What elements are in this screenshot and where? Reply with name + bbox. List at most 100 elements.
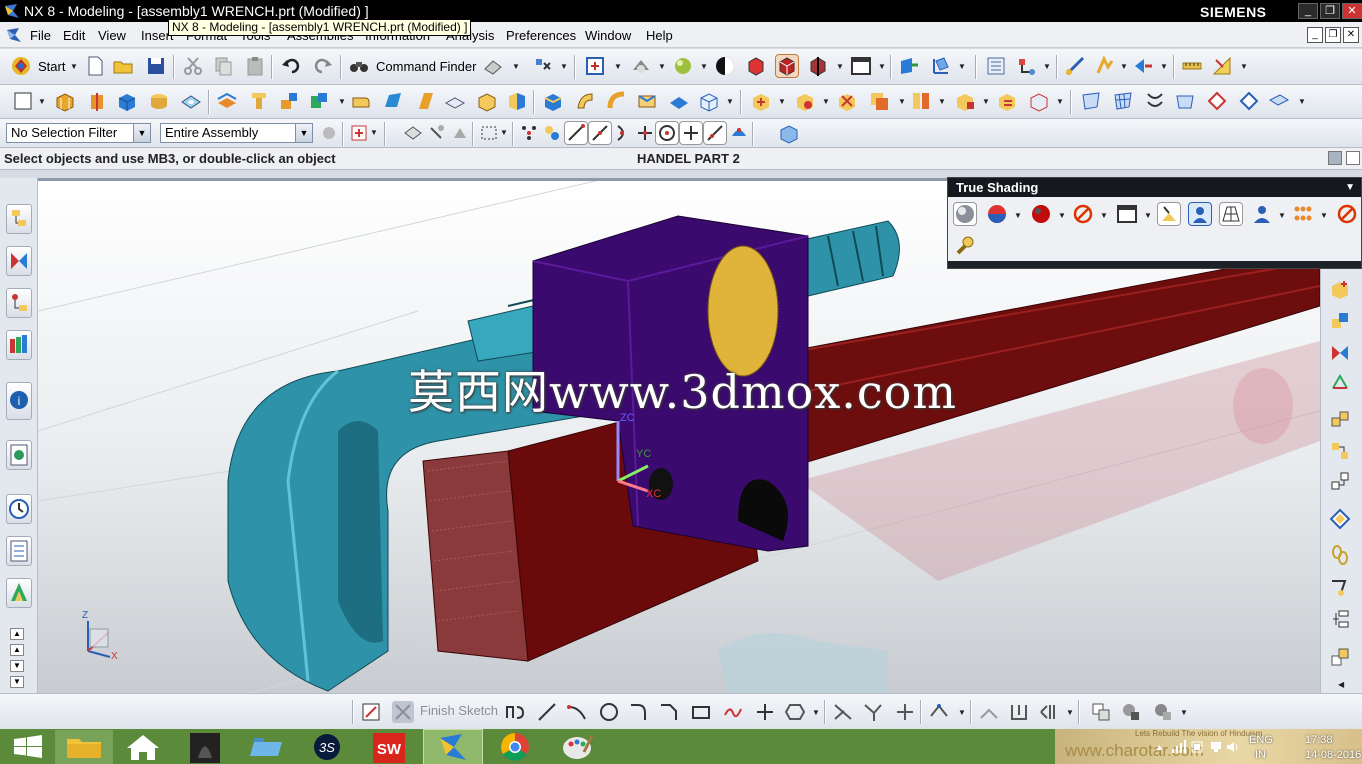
cylinder-icon[interactable] bbox=[148, 90, 170, 112]
edge-display-icon[interactable] bbox=[745, 55, 767, 77]
chain-link-icon[interactable] bbox=[1329, 544, 1351, 566]
profile-icon[interactable] bbox=[504, 701, 526, 723]
start-button[interactable]: Start bbox=[38, 59, 65, 74]
replace-component-icon[interactable] bbox=[1329, 310, 1351, 332]
minimize-button[interactable]: _ bbox=[1298, 3, 1318, 19]
snap-point-icon[interactable] bbox=[518, 122, 540, 144]
rectangle-select-icon[interactable] bbox=[478, 122, 500, 144]
start-dropdown-icon[interactable]: ▼ bbox=[70, 62, 78, 71]
assembly-tree-icon[interactable] bbox=[1329, 608, 1351, 630]
background-panel-icon[interactable] bbox=[1116, 203, 1138, 225]
n-sided-surface-icon[interactable] bbox=[1174, 90, 1196, 112]
subtract-icon[interactable] bbox=[278, 90, 300, 112]
show-hidden-icon[interactable] bbox=[402, 122, 424, 144]
command-finder-button[interactable]: Command Finder bbox=[376, 59, 476, 74]
face-icon[interactable] bbox=[668, 90, 690, 112]
mirror-assembly-icon[interactable] bbox=[910, 90, 932, 112]
network-icon[interactable] bbox=[1209, 740, 1223, 754]
edge-blend-icon[interactable] bbox=[350, 90, 372, 112]
styled-blend-icon[interactable] bbox=[1238, 90, 1260, 112]
status-expand-icon[interactable] bbox=[1346, 151, 1360, 165]
create-component-icon[interactable] bbox=[794, 90, 816, 112]
disable-icon[interactable] bbox=[1072, 203, 1094, 225]
shell-icon[interactable] bbox=[444, 90, 466, 112]
snap-enable-icon[interactable] bbox=[541, 122, 563, 144]
route-icon[interactable] bbox=[1329, 576, 1351, 598]
new-file-icon[interactable] bbox=[84, 55, 106, 77]
scene-icon[interactable] bbox=[1188, 202, 1212, 226]
reuse-library-tab-icon[interactable] bbox=[6, 330, 32, 360]
maximize-button[interactable]: ❐ bbox=[1320, 3, 1340, 19]
control-point-icon[interactable] bbox=[612, 122, 634, 144]
mdi-restore-button[interactable]: ❐ bbox=[1325, 27, 1341, 43]
finish-sketch-icon[interactable] bbox=[392, 701, 414, 723]
make-corner-icon[interactable] bbox=[894, 701, 916, 723]
quadrant-point-icon[interactable] bbox=[679, 121, 703, 145]
point-on-curve-icon[interactable] bbox=[703, 121, 727, 145]
rotate-view-icon[interactable] bbox=[630, 55, 652, 77]
check-clearance-icon[interactable] bbox=[1329, 408, 1351, 430]
select-lock-icon[interactable] bbox=[426, 122, 448, 144]
constraint-navigator-tab-icon[interactable] bbox=[6, 246, 32, 276]
dimension-icon[interactable] bbox=[1038, 701, 1060, 723]
hide-icon[interactable] bbox=[450, 122, 472, 144]
grid-floor-icon[interactable] bbox=[1219, 202, 1243, 226]
intersect-icon[interactable] bbox=[308, 90, 330, 112]
swept-icon[interactable] bbox=[606, 90, 628, 112]
paste-icon[interactable] bbox=[244, 55, 266, 77]
lights-icon[interactable] bbox=[1157, 202, 1181, 226]
assembly-navigator-tab-icon[interactable] bbox=[6, 204, 32, 234]
menu-window[interactable]: Window bbox=[585, 28, 631, 43]
end-point-icon[interactable] bbox=[564, 121, 588, 145]
touch-mode-icon[interactable] bbox=[482, 55, 504, 77]
home-taskbar-button[interactable] bbox=[114, 730, 172, 764]
revolve-icon[interactable] bbox=[86, 90, 108, 112]
pattern-icon[interactable] bbox=[216, 90, 238, 112]
wireframe-box-icon[interactable] bbox=[698, 90, 720, 112]
part-navigator-tab-icon[interactable] bbox=[6, 288, 32, 318]
mate-component-icon[interactable] bbox=[836, 90, 858, 112]
chevron-down-icon[interactable]: ▼ bbox=[133, 124, 150, 142]
true-shading-sphere-icon[interactable] bbox=[953, 202, 977, 226]
shaded-sphere-icon[interactable] bbox=[672, 55, 694, 77]
geometric-constraints-icon[interactable] bbox=[1008, 701, 1030, 723]
paint-taskbar-button[interactable] bbox=[548, 730, 606, 764]
thicken-icon[interactable] bbox=[542, 90, 564, 112]
process-studio-tab-icon[interactable] bbox=[6, 578, 32, 608]
scroll-top-icon[interactable]: ▲ bbox=[10, 628, 24, 640]
offset-curve-icon[interactable] bbox=[928, 701, 950, 723]
mid-point-icon[interactable] bbox=[588, 121, 612, 145]
save-icon[interactable] bbox=[145, 55, 167, 77]
clock-time[interactable]: 17:38 bbox=[1305, 734, 1333, 746]
system-materials-tab-icon[interactable] bbox=[6, 536, 32, 566]
offset-face-icon[interactable] bbox=[476, 90, 498, 112]
chamfer-sketch-icon[interactable] bbox=[658, 701, 680, 723]
add-component-icon[interactable] bbox=[750, 90, 772, 112]
mesh-surface-icon[interactable] bbox=[1112, 90, 1134, 112]
game-taskbar-button[interactable] bbox=[176, 730, 234, 764]
bounded-plane-icon[interactable] bbox=[1080, 90, 1102, 112]
render-style-icon[interactable] bbox=[714, 55, 736, 77]
through-curves-icon[interactable] bbox=[636, 90, 658, 112]
extrude-icon[interactable] bbox=[54, 90, 76, 112]
show-all-constraints-icon[interactable] bbox=[1090, 701, 1112, 723]
assembly-navigator-icon[interactable] bbox=[985, 55, 1007, 77]
point-on-surface-icon[interactable] bbox=[728, 122, 750, 144]
redo-icon[interactable] bbox=[312, 55, 334, 77]
wcs-icon[interactable] bbox=[930, 55, 952, 77]
wave-link-icon[interactable] bbox=[1329, 470, 1351, 492]
sketch-palette-icon[interactable] bbox=[360, 701, 382, 723]
cut-icon[interactable] bbox=[182, 55, 204, 77]
new-component-icon[interactable] bbox=[1329, 278, 1351, 300]
fillet-icon[interactable] bbox=[628, 701, 650, 723]
move-component-icon[interactable] bbox=[1329, 372, 1351, 394]
fit-icon[interactable] bbox=[532, 55, 554, 77]
hd3d-tools-tab-icon[interactable]: i bbox=[6, 382, 32, 420]
folder-taskbar-button[interactable] bbox=[238, 730, 296, 764]
exploded-view-icon[interactable] bbox=[1028, 90, 1050, 112]
feature-selection-icon[interactable] bbox=[348, 122, 370, 144]
studio-spline-icon[interactable] bbox=[722, 701, 744, 723]
studio-surface-icon[interactable] bbox=[1144, 90, 1166, 112]
language-indicator[interactable]: ENG bbox=[1249, 734, 1273, 746]
view-triad-icon[interactable] bbox=[778, 122, 800, 144]
